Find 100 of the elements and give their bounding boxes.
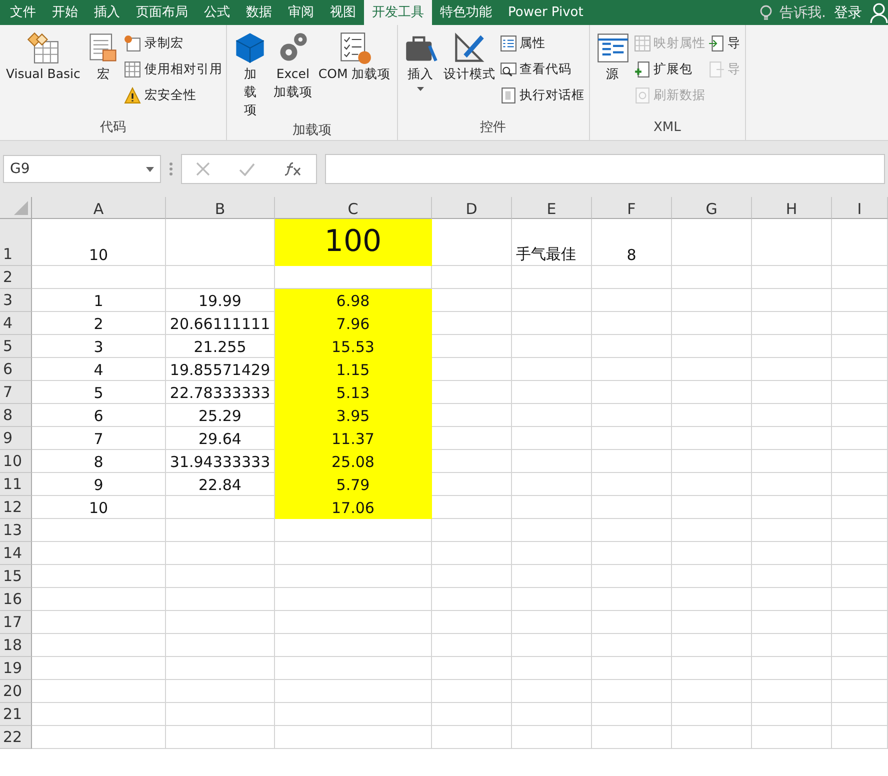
row-header[interactable]: 14 bbox=[0, 542, 32, 565]
column-header[interactable]: F bbox=[592, 197, 672, 219]
column-header[interactable]: E bbox=[512, 197, 592, 219]
table-cell bbox=[832, 335, 888, 358]
ribbon-tab[interactable]: 开发工具 bbox=[364, 0, 432, 25]
table-cell bbox=[832, 657, 888, 680]
table-cell: 100 bbox=[275, 219, 432, 266]
row-header[interactable]: 16 bbox=[0, 588, 32, 611]
ribbon-button[interactable]: 使用相对引用 bbox=[124, 57, 222, 81]
row-header[interactable]: 17 bbox=[0, 611, 32, 634]
table-cell: 8 bbox=[32, 450, 166, 473]
row-header[interactable]: 12 bbox=[0, 496, 32, 519]
table-cell: 21.255 bbox=[166, 335, 275, 358]
ribbon-button[interactable]: COM 加载项 bbox=[316, 29, 393, 121]
formula-input[interactable] bbox=[325, 154, 885, 184]
table-cell bbox=[832, 404, 888, 427]
caret-icon bbox=[146, 166, 154, 172]
package-icon bbox=[634, 60, 651, 78]
row-header[interactable]: 22 bbox=[0, 726, 32, 749]
row-header[interactable]: 19 bbox=[0, 657, 32, 680]
column-header[interactable]: B bbox=[166, 197, 275, 219]
ribbon-tab[interactable]: 文件 bbox=[2, 0, 44, 25]
ribbon-button[interactable]: 设计模式 bbox=[442, 29, 498, 118]
row-header[interactable]: 21 bbox=[0, 703, 32, 726]
table-cell bbox=[832, 519, 888, 542]
ribbon-button[interactable]: 宏 bbox=[84, 29, 122, 118]
table-cell: 22.84 bbox=[166, 473, 275, 496]
table-cell: 17.06 bbox=[275, 496, 432, 519]
table-cell: 22.78333333 bbox=[166, 381, 275, 404]
name-box[interactable]: G9 bbox=[3, 155, 161, 183]
ribbon-button[interactable]: 加载项 bbox=[231, 29, 270, 121]
tell-me-search[interactable]: 告诉我. bbox=[780, 4, 826, 22]
table-cell bbox=[832, 266, 888, 289]
ribbon-button[interactable]: 宏安全性 bbox=[124, 83, 222, 107]
table-cell bbox=[832, 450, 888, 473]
row-header[interactable]: 9 bbox=[0, 427, 32, 450]
row-header[interactable]: 11 bbox=[0, 473, 32, 496]
ribbon-button[interactable]: 扩展包 bbox=[634, 57, 706, 81]
column-header[interactable]: C bbox=[275, 197, 432, 219]
grip-icon bbox=[169, 161, 173, 177]
table-cell bbox=[832, 496, 888, 519]
row-header[interactable]: 20 bbox=[0, 680, 32, 703]
ribbon-tab[interactable]: 视图 bbox=[322, 0, 364, 25]
ribbon-tab[interactable]: 公式 bbox=[196, 0, 238, 25]
ribbon-tab[interactable]: Power Pivot bbox=[500, 0, 592, 25]
ribbon-button[interactable]: Visual Basic bbox=[4, 29, 82, 118]
row-header[interactable]: 13 bbox=[0, 519, 32, 542]
column-header[interactable]: A bbox=[32, 197, 166, 219]
table-cell: 31.94333333 bbox=[166, 450, 275, 473]
table-cell bbox=[832, 358, 888, 381]
function-icon[interactable] bbox=[284, 162, 302, 176]
row-header[interactable]: 2 bbox=[0, 266, 32, 289]
row-header[interactable]: 18 bbox=[0, 634, 32, 657]
row-header[interactable]: 10 bbox=[0, 450, 32, 473]
ribbon-button[interactable]: 查看代码 bbox=[500, 57, 585, 81]
column-header[interactable]: H bbox=[752, 197, 832, 219]
sign-in-link[interactable]: 登录 bbox=[834, 4, 862, 22]
row-header[interactable]: 4 bbox=[0, 312, 32, 335]
row-header[interactable]: 3 bbox=[0, 289, 32, 312]
ribbon-tab[interactable]: 特色功能 bbox=[432, 0, 500, 25]
close-icon[interactable] bbox=[196, 162, 210, 176]
row-header[interactable]: 7 bbox=[0, 381, 32, 404]
checklist-icon bbox=[338, 31, 372, 65]
column-header[interactable]: I bbox=[832, 197, 888, 219]
ribbon-tab[interactable]: 页面布局 bbox=[128, 0, 196, 25]
ribbon-button[interactable]: 属性 bbox=[500, 31, 585, 55]
table-cell: 10 bbox=[32, 219, 166, 266]
ribbon-button[interactable]: 插入 bbox=[402, 29, 440, 118]
ribbon-tab[interactable]: 审阅 bbox=[280, 0, 322, 25]
table-cell: 19.85571429 bbox=[166, 358, 275, 381]
table-cell: 9 bbox=[32, 473, 166, 496]
column-header[interactable]: G bbox=[672, 197, 752, 219]
table-cell bbox=[832, 289, 888, 312]
check-icon[interactable] bbox=[238, 162, 255, 176]
column-header[interactable]: D bbox=[432, 197, 512, 219]
table-cell bbox=[832, 473, 888, 496]
ribbon-tab[interactable]: 开始 bbox=[44, 0, 86, 25]
select-all-corner[interactable] bbox=[0, 197, 32, 219]
ribbon-button[interactable]: 导 bbox=[708, 31, 741, 55]
ribbon-button[interactable]: 录制宏 bbox=[124, 31, 222, 55]
export-icon bbox=[708, 60, 725, 78]
table-cell: 19.99 bbox=[166, 289, 275, 312]
table-cell: 5.79 bbox=[275, 473, 432, 496]
ribbon-tab[interactable]: 插入 bbox=[86, 0, 128, 25]
table-cell: 8 bbox=[592, 219, 672, 266]
ribbon-button[interactable]: 执行对话框 bbox=[500, 83, 585, 107]
row-header[interactable]: 1 bbox=[0, 219, 32, 266]
row-header[interactable]: 6 bbox=[0, 358, 32, 381]
group-label: 控件 bbox=[479, 119, 508, 137]
row-header[interactable]: 8 bbox=[0, 404, 32, 427]
ribbon-tab[interactable]: 数据 bbox=[238, 0, 280, 25]
row-header[interactable]: 15 bbox=[0, 565, 32, 588]
triangle-icon bbox=[14, 201, 28, 215]
magnifier-icon bbox=[500, 60, 517, 78]
ribbon-button[interactable]: Excel 加载项 bbox=[271, 29, 314, 121]
user-icon[interactable] bbox=[870, 2, 888, 22]
table-cell bbox=[832, 726, 888, 749]
row-header[interactable]: 5 bbox=[0, 335, 32, 358]
ribbon-button[interactable]: 源 bbox=[594, 29, 632, 118]
table-cell bbox=[832, 219, 888, 266]
